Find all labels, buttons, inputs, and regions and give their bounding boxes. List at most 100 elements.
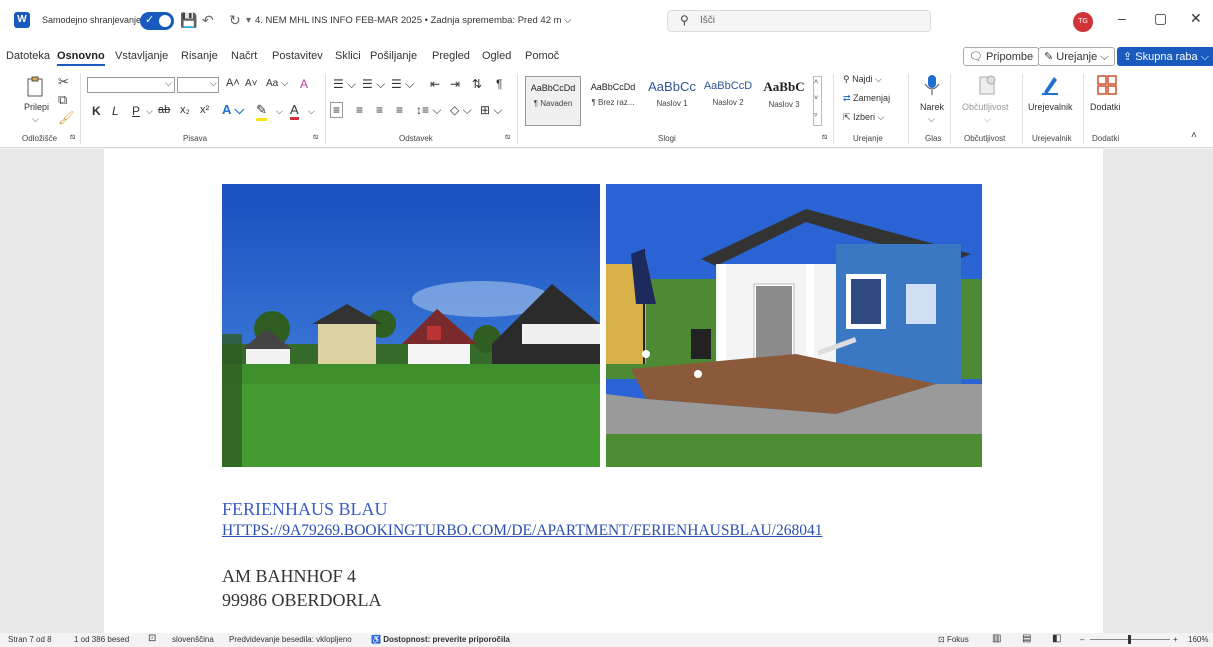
autosave-toggle[interactable]: [140, 12, 174, 30]
underline-button[interactable]: P: [132, 104, 140, 118]
tab-references[interactable]: Sklici: [335, 50, 361, 62]
chevron-down-icon[interactable]: ⌵: [146, 106, 153, 117]
avatar[interactable]: TG: [1073, 12, 1093, 32]
increase-indent-icon[interactable]: ⇥: [450, 77, 460, 91]
borders-icon[interactable]: ⊞ ⌵: [480, 103, 503, 118]
text-effects-icon[interactable]: A ⌵: [222, 102, 244, 118]
accessibility-check[interactable]: ♿ Dostopnost: preverite priporočila: [371, 635, 510, 644]
comments-button[interactable]: 🗨 Pripombe: [963, 47, 1040, 66]
minimize-button[interactable]: –: [1118, 10, 1126, 26]
strikethrough-icon[interactable]: ab: [158, 104, 170, 116]
sensitivity-label[interactable]: Občutljivost: [962, 102, 1009, 112]
cut-icon[interactable]: ✂: [58, 74, 69, 90]
tab-file[interactable]: Datoteka: [6, 50, 50, 62]
justify-icon[interactable]: ≡: [396, 103, 403, 117]
zoom-level[interactable]: 160%: [1188, 635, 1208, 644]
microphone-icon[interactable]: [922, 74, 942, 96]
read-mode-icon[interactable]: ▥: [992, 633, 1001, 644]
booking-link[interactable]: HTTPS://9A79269.BOOKINGTURBO.COM/DE/APAR…: [222, 522, 822, 540]
document-page[interactable]: FERIENHAUS BLAU HTTPS://9A79269.BOOKINGT…: [104, 149, 1103, 633]
styles-launcher-icon[interactable]: ⧅: [822, 132, 827, 142]
style-heading-3[interactable]: AaBbC Naslov 3: [757, 76, 811, 126]
sort-icon[interactable]: ⇅: [472, 77, 482, 91]
decrease-indent-icon[interactable]: ⇤: [430, 77, 440, 91]
language-indicator[interactable]: slovenščina: [172, 635, 214, 644]
styles-scroll[interactable]: ˄ ˅ ▿: [813, 76, 822, 126]
line-spacing-icon[interactable]: ↕≡ ⌵: [416, 103, 441, 118]
find-button[interactable]: ⚲ Najdi ⌵: [843, 74, 882, 85]
font-name-dropdown[interactable]: [87, 77, 175, 93]
style-normal[interactable]: AaBbCcDd ¶ Navaden: [525, 76, 581, 126]
customize-toolbar-icon[interactable]: ▾: [246, 15, 251, 26]
paste-label[interactable]: Prilepi: [24, 102, 49, 112]
zoom-out-button[interactable]: –: [1080, 635, 1084, 644]
style-no-spacing[interactable]: AaBbCcDd ¶ Brez raz...: [585, 76, 641, 126]
web-layout-icon[interactable]: ◧: [1052, 633, 1061, 644]
chevron-down-icon[interactable]: ⌵: [984, 114, 991, 125]
paragraph-launcher-icon[interactable]: ⧅: [505, 132, 510, 142]
save-icon[interactable]: 💾: [180, 12, 197, 29]
word-count[interactable]: 1 od 386 besed: [74, 635, 129, 644]
tab-home[interactable]: Osnovno: [57, 50, 105, 66]
align-right-icon[interactable]: ≡: [376, 103, 383, 117]
editor-label[interactable]: Urejevalnik: [1028, 102, 1073, 112]
tab-view[interactable]: Ogled: [482, 50, 511, 62]
style-heading-1[interactable]: AaBbCc Naslov 1: [644, 76, 700, 126]
clipboard-launcher-icon[interactable]: ⧅: [70, 132, 75, 142]
proofing-icon[interactable]: ⊡: [148, 633, 156, 644]
paste-dropdown-icon[interactable]: ⌵: [32, 114, 39, 125]
paste-icon[interactable]: [26, 76, 46, 98]
tab-insert[interactable]: Vstavljanje: [115, 50, 168, 62]
addins-icon[interactable]: [1097, 74, 1117, 96]
tab-draw[interactable]: Risanje: [181, 50, 218, 62]
tab-mailings[interactable]: Pošiljanje: [370, 50, 417, 62]
chevron-down-icon[interactable]: ⌵: [308, 106, 315, 117]
tab-review[interactable]: Pregled: [432, 50, 470, 62]
addins-label[interactable]: Dodatki: [1090, 102, 1121, 112]
multilevel-list-icon[interactable]: ☰ ⌵: [391, 77, 414, 92]
select-button[interactable]: ⇱ Izberi ⌵: [843, 112, 884, 123]
search-box[interactable]: ⚲ Išči: [667, 10, 931, 32]
shading-icon[interactable]: ◇ ⌵: [450, 103, 472, 118]
italic-button[interactable]: L: [112, 104, 119, 118]
replace-button[interactable]: ⇄ Zamenjaj: [843, 93, 890, 104]
dictate-label[interactable]: Narek: [920, 102, 944, 112]
font-launcher-icon[interactable]: ⧅: [313, 132, 318, 142]
redo-icon[interactable]: ↻: [229, 12, 241, 29]
share-button[interactable]: ⇪ Skupna raba ⌵: [1117, 47, 1213, 66]
chevron-down-icon[interactable]: ⌵: [928, 114, 935, 125]
font-color-icon[interactable]: A: [290, 102, 299, 120]
restore-button[interactable]: ▢: [1154, 10, 1167, 27]
bullets-icon[interactable]: ☰ ⌵: [333, 77, 356, 92]
tab-layout[interactable]: Postavitev: [272, 50, 323, 62]
tab-help[interactable]: Pomoč: [525, 50, 559, 62]
editor-icon[interactable]: [1040, 74, 1060, 96]
page-count[interactable]: Stran 7 od 8: [8, 635, 52, 644]
print-layout-icon[interactable]: ▤: [1022, 633, 1031, 644]
close-button[interactable]: ✕: [1190, 10, 1202, 27]
align-center-icon[interactable]: ≡: [356, 103, 363, 117]
editing-mode-button[interactable]: ✎ Urejanje ⌵: [1038, 47, 1115, 66]
show-formatting-icon[interactable]: ¶: [496, 77, 502, 91]
zoom-in-button[interactable]: +: [1173, 635, 1178, 644]
document-title[interactable]: 4. NEM MHL INS INFO FEB-MAR 2025 • Zadnj…: [255, 15, 571, 26]
chevron-up-icon[interactable]: ˄: [814, 79, 818, 86]
sensitivity-icon[interactable]: [977, 74, 997, 96]
clear-formatting-icon[interactable]: A: [300, 77, 308, 91]
zoom-slider-thumb[interactable]: [1128, 635, 1131, 644]
shrink-font-icon[interactable]: A˅: [245, 78, 258, 89]
bold-button[interactable]: K: [92, 104, 101, 118]
subscript-icon[interactable]: x₂: [180, 104, 190, 116]
tab-design[interactable]: Načrt: [231, 50, 257, 62]
grow-font-icon[interactable]: A˄: [226, 77, 240, 89]
highlight-icon[interactable]: ✎: [256, 102, 267, 121]
collapse-ribbon-icon[interactable]: ˄: [1191, 130, 1197, 141]
numbering-icon[interactable]: ☰ ⌵: [362, 77, 385, 92]
styles-more-icon[interactable]: ▿: [814, 111, 818, 119]
copy-icon[interactable]: ⧉: [58, 92, 67, 108]
text-prediction-status[interactable]: Predvidevanje besedila: vklopljeno: [229, 635, 352, 644]
format-painter-icon[interactable]: 🖌: [58, 110, 75, 126]
undo-icon[interactable]: ↶: [202, 12, 214, 29]
align-left-icon[interactable]: ≡: [330, 102, 344, 118]
superscript-icon[interactable]: x²: [200, 104, 209, 116]
